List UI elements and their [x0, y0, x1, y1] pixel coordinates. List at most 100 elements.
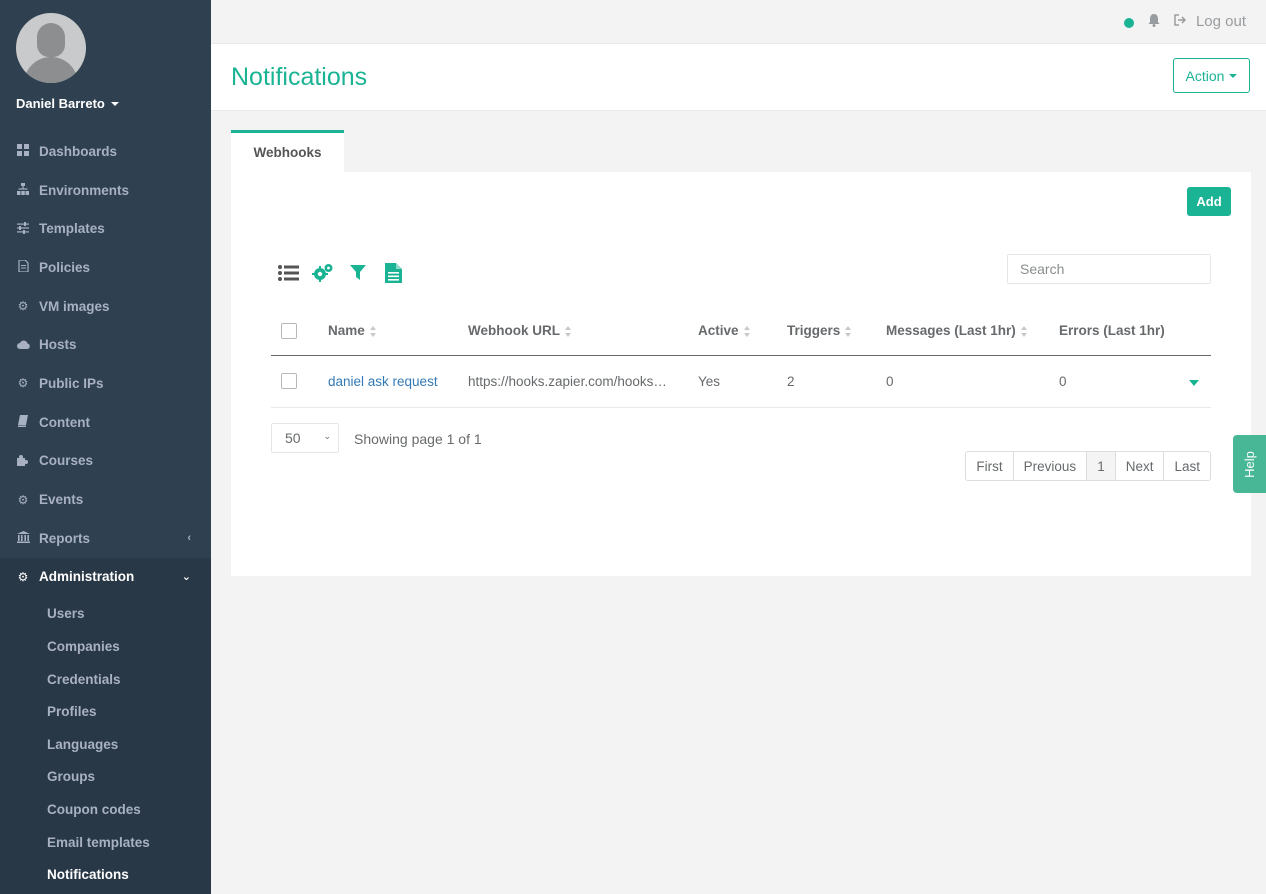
- page-info: Showing page 1 of 1: [354, 431, 482, 447]
- avatar[interactable]: [16, 13, 86, 83]
- caret-down-icon: [1229, 73, 1238, 78]
- filter-icon[interactable]: [347, 262, 369, 284]
- row-actions-caret-icon[interactable]: [1189, 379, 1200, 386]
- sidebar-item-courses[interactable]: Courses: [0, 442, 211, 481]
- cogs-icon: ⚙: [17, 376, 29, 391]
- logout-label: Log out: [1195, 13, 1246, 30]
- row-errors-cell: 0: [1059, 355, 1211, 408]
- sidebar-item-label: Events: [39, 492, 84, 508]
- column-header-messages[interactable]: Messages (Last 1hr): [886, 307, 1059, 356]
- action-dropdown-button[interactable]: Action: [1173, 58, 1250, 93]
- sidebar-subitem-users[interactable]: Users: [0, 598, 211, 631]
- sidebar-item-environments[interactable]: Environments: [0, 171, 211, 210]
- sidebar-item-reports[interactable]: Reports ‹: [0, 519, 211, 558]
- settings-cogs-icon[interactable]: [312, 262, 334, 284]
- cogs-icon: ⚙: [17, 569, 29, 584]
- per-page-select[interactable]: 50 ⌄: [271, 423, 339, 453]
- sidebar-subitem-email-templates[interactable]: Email templates: [0, 826, 211, 859]
- sidebar-item-hosts[interactable]: Hosts: [0, 325, 211, 364]
- sidebar-subitem-credentials[interactable]: Credentials: [0, 663, 211, 696]
- sort-icon: [1020, 325, 1028, 338]
- sidebar-item-label: Dashboards: [39, 143, 118, 159]
- search-input[interactable]: [1007, 254, 1211, 284]
- sidebar-item-label: Reports: [39, 530, 91, 546]
- user-menu[interactable]: Daniel Barreto: [16, 96, 211, 111]
- sidebar-subitem-profiles[interactable]: Profiles: [0, 695, 211, 728]
- select-all-checkbox[interactable]: [281, 322, 297, 339]
- sidebar-item-content[interactable]: Content: [0, 403, 211, 442]
- sort-icon: [743, 325, 751, 338]
- bank-icon: [16, 531, 30, 545]
- sidebar-item-dashboards[interactable]: Dashboards: [0, 132, 211, 171]
- cogs-icon: ⚙: [17, 492, 29, 507]
- export-document-icon[interactable]: [382, 262, 404, 284]
- sidebar-subitem-groups[interactable]: Groups: [0, 761, 211, 794]
- webhook-name-link[interactable]: daniel ask request: [328, 374, 438, 389]
- sidebar-item-policies[interactable]: Policies: [0, 248, 211, 287]
- chevron-down-icon: ⌄: [323, 431, 331, 441]
- list-icon[interactable]: [277, 262, 299, 284]
- per-page-value: 50: [285, 430, 301, 446]
- column-header-webhook-url[interactable]: Webhook URL: [468, 307, 698, 356]
- sidebar-item-vm-images[interactable]: ⚙ VM images: [0, 287, 211, 326]
- column-header-triggers[interactable]: Triggers: [787, 307, 886, 356]
- chevron-left-icon: ‹: [187, 532, 191, 545]
- row-active-cell: Yes: [698, 355, 787, 408]
- topbar: Log out: [211, 0, 1266, 44]
- page-heading: Notifications Action: [211, 44, 1266, 111]
- admin-subnav: Users Companies Credentials Profiles Lan…: [0, 595, 211, 894]
- sidebar-item-events[interactable]: ⚙ Events: [0, 480, 211, 519]
- row-messages-cell: 0: [886, 355, 1059, 408]
- sort-icon: [565, 325, 572, 338]
- status-indicator: [1123, 17, 1134, 28]
- column-header-name[interactable]: Name: [328, 307, 468, 356]
- row-checkbox[interactable]: [281, 373, 297, 390]
- webhooks-table: Name Webhook URL Active Triggers Message…: [271, 307, 1211, 408]
- help-tab[interactable]: Help: [1233, 435, 1266, 493]
- bell-icon[interactable]: [1148, 13, 1160, 30]
- column-header-active[interactable]: Active: [698, 307, 787, 356]
- pagination-first[interactable]: First: [965, 451, 1014, 481]
- pagination-last[interactable]: Last: [1163, 451, 1211, 481]
- sidebar-item-templates[interactable]: Templates: [0, 209, 211, 248]
- document-icon: [16, 259, 30, 274]
- book-icon: [16, 415, 30, 429]
- add-button[interactable]: Add: [1187, 187, 1231, 216]
- sort-icon: [369, 325, 377, 338]
- chevron-down-icon: ⌄: [181, 571, 191, 584]
- sidebar-item-administration[interactable]: ⚙ Administration ⌄: [0, 557, 211, 596]
- sort-icon: [845, 325, 852, 338]
- logout-link[interactable]: Log out: [1174, 13, 1246, 30]
- table-row: daniel ask request https://hooks.zapier.…: [271, 355, 1211, 408]
- sidebar-item-label: Administration: [39, 569, 135, 585]
- sidebar-item-label: Templates: [39, 221, 105, 237]
- column-header-errors[interactable]: Errors (Last 1hr): [1059, 307, 1211, 356]
- pagination-page-1[interactable]: 1: [1086, 451, 1116, 481]
- main-nav: Dashboards Environments Templates Polici…: [0, 132, 211, 596]
- sidebar-item-label: Courses: [39, 453, 94, 469]
- cloud-icon: [16, 338, 30, 352]
- sidebar-subitem-notifications[interactable]: Notifications: [0, 858, 211, 891]
- sidebar-subitem-coupon-codes[interactable]: Coupon codes: [0, 793, 211, 826]
- tab-webhooks[interactable]: Webhooks: [231, 130, 344, 172]
- sidebar-item-label: Public IPs: [39, 375, 104, 391]
- sidebar-item-public-ips[interactable]: ⚙ Public IPs: [0, 364, 211, 403]
- sidebar-item-label: Hosts: [39, 337, 77, 353]
- table-toolbar: [277, 262, 404, 284]
- pagination-previous[interactable]: Previous: [1012, 451, 1088, 481]
- user-profile: Daniel Barreto: [0, 0, 211, 130]
- table-header-row: Name Webhook URL Active Triggers Message…: [271, 307, 1211, 356]
- row-errors-value: 0: [1059, 373, 1067, 389]
- puzzle-icon: [16, 454, 30, 468]
- page-title: Notifications: [231, 63, 368, 91]
- sliders-icon: [16, 221, 30, 236]
- webhook-url: https://hooks.zapier.com/hooks/catch/: [468, 373, 668, 389]
- sidebar-subitem-companies[interactable]: Companies: [0, 630, 211, 663]
- select-all-cell: [271, 307, 328, 356]
- pagination-next[interactable]: Next: [1114, 451, 1165, 481]
- row-name-cell: daniel ask request: [328, 355, 468, 408]
- sidebar-item-label: VM images: [39, 298, 110, 314]
- sitemap-icon: [16, 183, 30, 197]
- sidebar-subitem-languages[interactable]: Languages: [0, 728, 211, 761]
- sign-out-icon: [1174, 14, 1187, 29]
